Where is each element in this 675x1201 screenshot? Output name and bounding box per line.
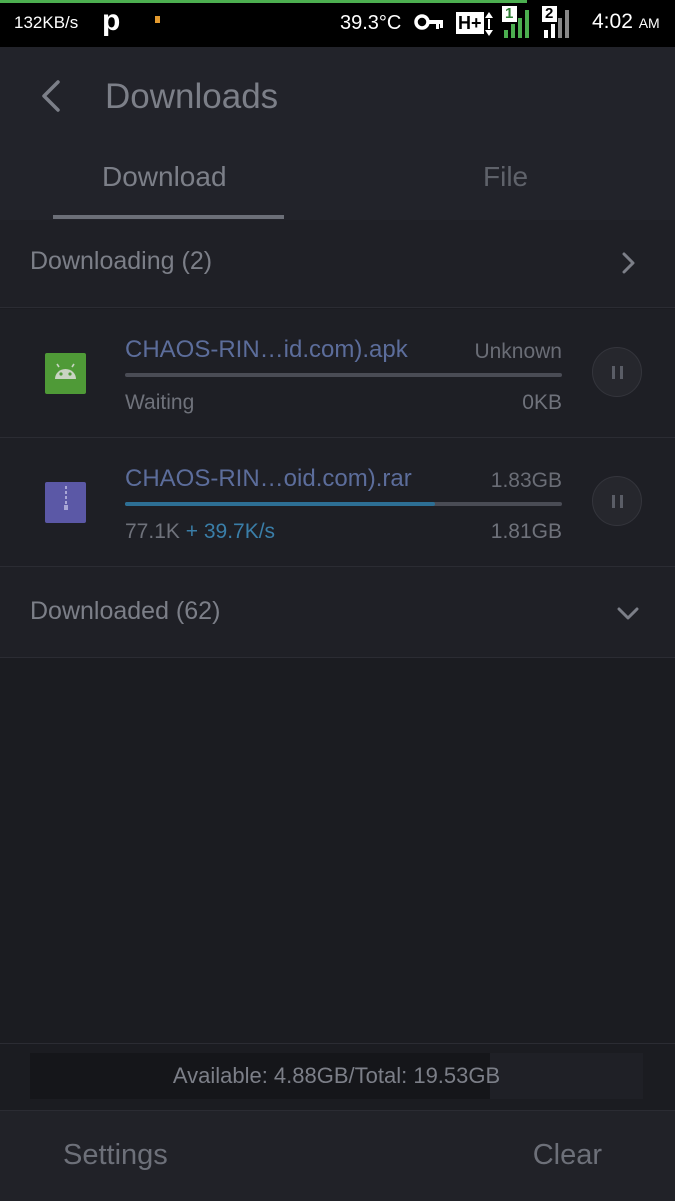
sim1-label: 1 <box>505 5 514 22</box>
p-notification-icon: P <box>102 4 121 37</box>
back-arrow-icon[interactable] <box>30 73 76 119</box>
status-text: 77.1K <box>125 520 180 543</box>
downloading-section-header[interactable]: Downloading (2) <box>0 220 675 308</box>
app-header: Downloads Download File <box>0 47 675 220</box>
file-name: CHAOS-RIN…id.com).apk <box>125 336 408 363</box>
clock-ampm: AM <box>638 15 660 31</box>
temperature: 39.3°C <box>340 12 402 34</box>
pause-button[interactable] <box>592 347 642 397</box>
download-status: Waiting <box>125 391 194 415</box>
file-total-size: 1.83GB <box>490 469 562 492</box>
download-progress-fill <box>125 502 436 506</box>
status-text: Waiting <box>125 391 195 414</box>
downloaded-size: 0KB <box>522 391 562 414</box>
signal-icon: 2 <box>540 5 576 40</box>
download-item[interactable]: CHAOS-RIN…oid.com).rar 1.83GB 77.1K + 39… <box>0 438 675 567</box>
storage-text: Available: 4.88GB/Total: 19.53GB <box>172 1063 501 1088</box>
settings-button[interactable]: Settings <box>63 1139 168 1172</box>
download-progress-bar <box>125 502 562 506</box>
downloaded-section-header[interactable]: Downloaded (62) <box>0 567 675 658</box>
net-speed: 132KB/s <box>14 13 79 32</box>
file-total-size: Unknown <box>474 340 562 363</box>
android-icon <box>45 353 86 394</box>
download-item[interactable]: CHAOS-RIN…id.com).apk Unknown Waiting 0K… <box>0 309 675 438</box>
downloaded-section-label: Downloaded (62) <box>30 597 221 625</box>
bottom-action-bar: Settings Clear <box>0 1110 675 1201</box>
page-title: Downloads <box>105 77 279 116</box>
clock: 4:02 AM <box>592 10 660 34</box>
key-icon <box>414 14 443 30</box>
signal-icon: 1 <box>500 5 536 40</box>
pause-icon <box>620 495 623 508</box>
tab-file[interactable]: File <box>483 161 528 193</box>
download-speed: + 39.7K/s <box>185 520 276 543</box>
status-progress-line <box>0 0 527 3</box>
pause-icon <box>612 366 615 379</box>
storage-bar: Available: 4.88GB/Total: 19.53GB <box>30 1053 643 1099</box>
pause-icon <box>612 495 615 508</box>
active-tab-indicator <box>53 215 284 219</box>
storage-indicator: Available: 4.88GB/Total: 19.53GB <box>0 1043 675 1111</box>
clock-time: 4:02 <box>592 10 633 33</box>
network-type-icon: H+ <box>456 10 496 38</box>
notification-dot-icon <box>155 16 160 23</box>
clear-button[interactable]: Clear <box>533 1139 602 1172</box>
downloaded-size: 1.81GB <box>490 520 562 543</box>
network-type-label: H+ <box>458 13 482 33</box>
sim2-label: 2 <box>545 5 554 22</box>
pause-icon <box>620 366 623 379</box>
archive-icon <box>45 482 86 523</box>
tab-download[interactable]: Download <box>102 161 227 193</box>
download-status: 77.1K + 39.7K/s <box>125 520 275 544</box>
status-bar: 132KB/s P 39.3°C H+ 1 <box>0 0 675 47</box>
pause-button[interactable] <box>592 476 642 526</box>
chevron-right-icon <box>622 252 635 274</box>
downloading-section-label: Downloading (2) <box>30 247 213 275</box>
download-progress-bar <box>125 373 562 377</box>
chevron-down-icon <box>617 607 639 620</box>
file-name: CHAOS-RIN…oid.com).rar <box>125 465 412 492</box>
